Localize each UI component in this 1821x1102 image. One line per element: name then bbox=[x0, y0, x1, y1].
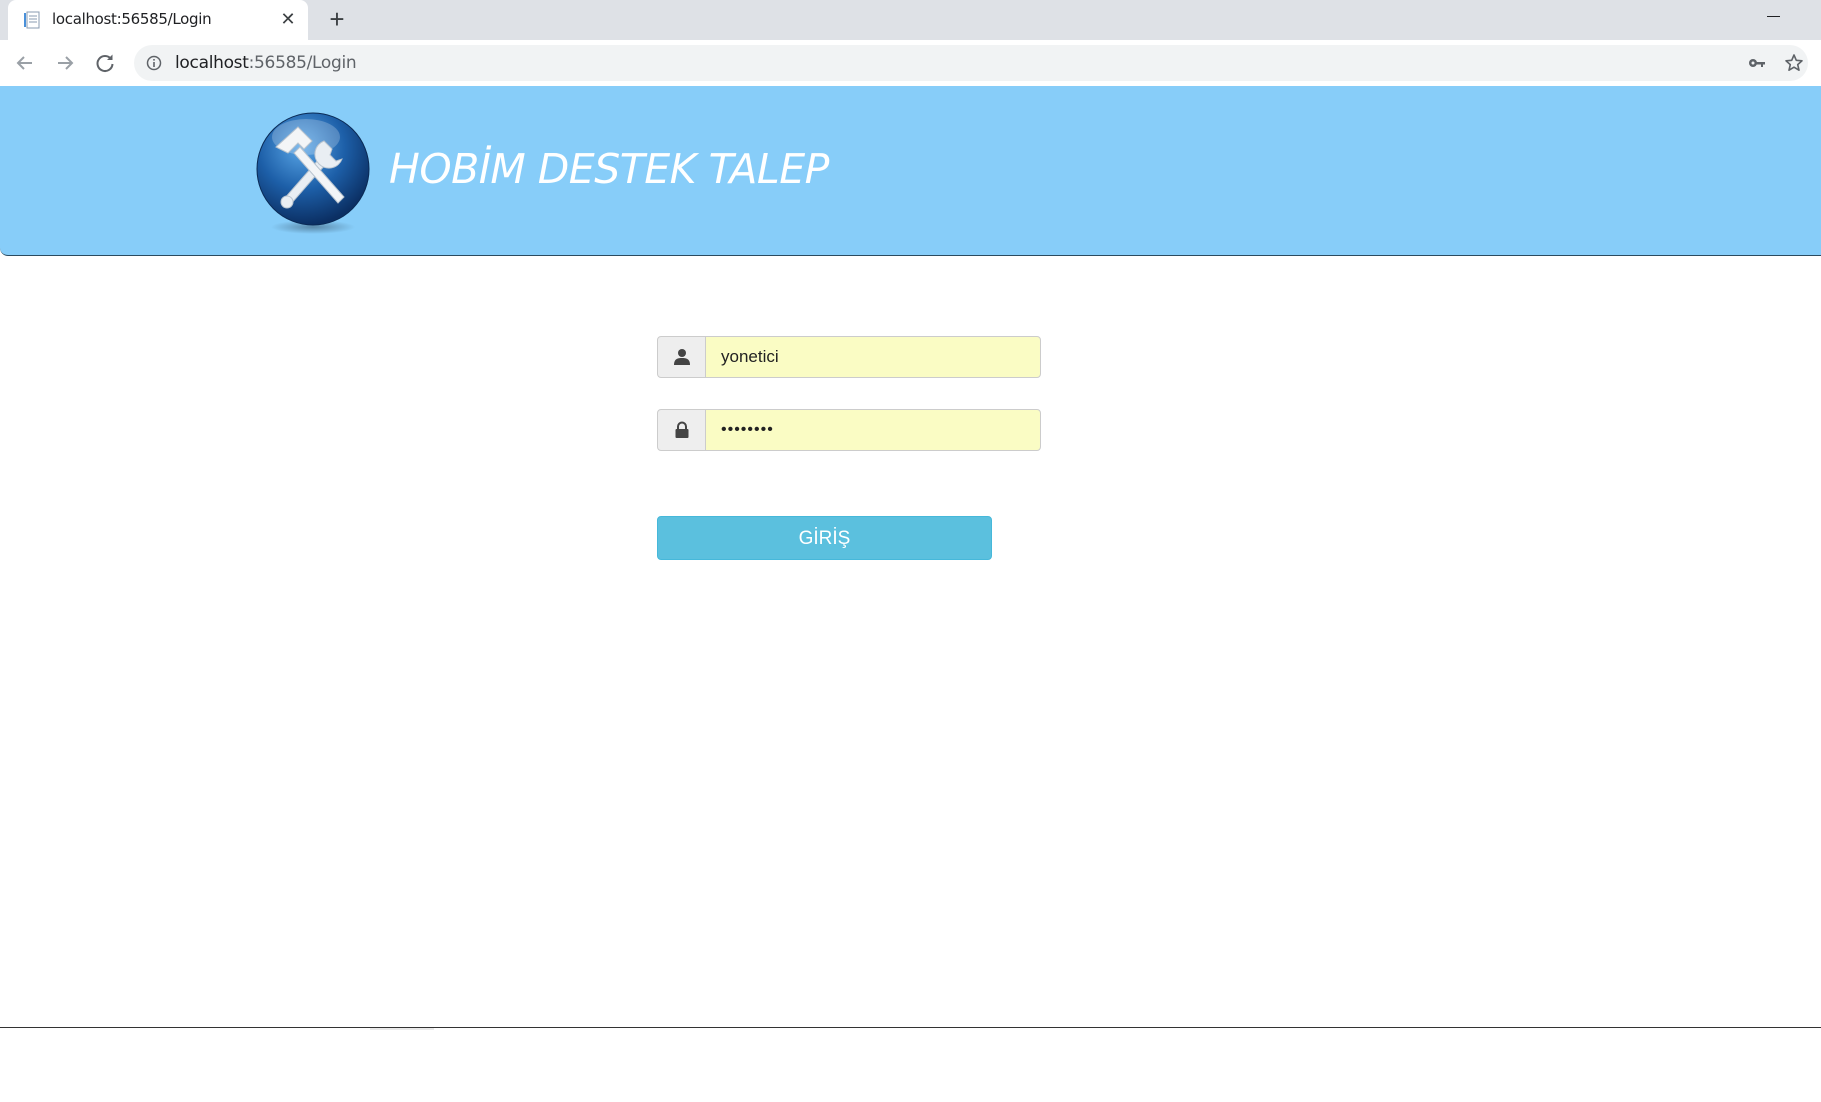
page-favicon-icon bbox=[24, 11, 40, 29]
minimize-icon[interactable] bbox=[1762, 8, 1786, 24]
login-button[interactable]: GİRİŞ bbox=[657, 516, 992, 560]
url-text[interactable]: localhost:56585/Login bbox=[175, 53, 357, 73]
tools-globe-icon bbox=[256, 112, 370, 234]
footer-divider-highlight bbox=[370, 1028, 434, 1030]
back-icon[interactable] bbox=[12, 50, 38, 76]
site-header: HOBİM DESTEK TALEP bbox=[0, 86, 1821, 256]
page-content: HOBİM DESTEK TALEP GİRİŞ bbox=[0, 86, 1821, 1102]
browser-tabstrip: localhost:56585/Login ✕ + bbox=[0, 0, 1821, 40]
browser-toolbar: localhost:56585/Login bbox=[0, 40, 1821, 87]
password-input[interactable] bbox=[706, 410, 1039, 450]
username-group bbox=[657, 336, 1041, 378]
password-field-box bbox=[705, 409, 1041, 451]
password-group bbox=[657, 409, 1041, 451]
reload-icon[interactable] bbox=[92, 50, 118, 76]
footer-divider bbox=[0, 1027, 1821, 1028]
key-icon[interactable] bbox=[1748, 55, 1766, 71]
star-icon[interactable] bbox=[1784, 53, 1804, 73]
address-bar[interactable]: localhost:56585/Login bbox=[134, 45, 1808, 81]
browser-tab[interactable]: localhost:56585/Login ✕ bbox=[8, 0, 308, 40]
info-icon[interactable] bbox=[146, 55, 162, 71]
close-icon[interactable]: ✕ bbox=[278, 9, 298, 29]
forward-icon[interactable] bbox=[52, 50, 78, 76]
lock-icon bbox=[675, 421, 689, 438]
url-path: :56585/Login bbox=[248, 53, 357, 73]
url-host: localhost bbox=[175, 53, 249, 73]
site-title: HOBİM DESTEK TALEP bbox=[389, 145, 829, 193]
tab-title: localhost:56585/Login bbox=[52, 10, 212, 28]
username-addon bbox=[657, 336, 706, 378]
user-icon bbox=[674, 349, 690, 365]
password-addon bbox=[657, 409, 706, 451]
username-input[interactable] bbox=[706, 337, 1039, 377]
username-field-box bbox=[705, 336, 1041, 378]
plus-icon[interactable]: + bbox=[324, 6, 350, 32]
